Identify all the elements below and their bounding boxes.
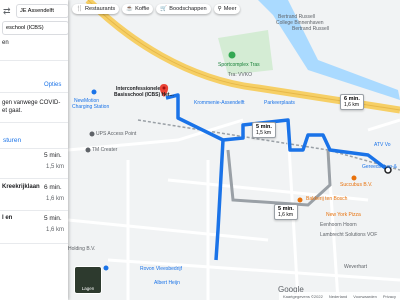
route-distance: 1,5 km	[46, 164, 65, 170]
chip-koffie[interactable]: ☕ Koffie	[122, 4, 154, 14]
route-callout-1[interactable]: 6 min. 1,6 km	[340, 94, 364, 110]
footer-country[interactable]: Nederland	[329, 294, 347, 299]
destination-input[interactable]: eschool (ICBS)	[2, 21, 68, 35]
sportcomplex-label: Sportcomplex Tras	[218, 62, 260, 68]
divider	[0, 148, 68, 149]
succubus-label: Succubus B.V.	[340, 182, 373, 188]
chip-boodschappen[interactable]: 🛒 Boodschappen	[156, 4, 211, 14]
route-name: l en	[2, 215, 13, 221]
send-link[interactable]: sturen	[3, 137, 68, 144]
map-canvas[interactable]: Interconfessionele Basisschool (ICBS) He…	[68, 0, 400, 300]
route-time: 5 min.	[44, 152, 62, 159]
lambrecht-label: Lambrecht Solutions VOF	[320, 232, 378, 238]
albert-label: Albert Heijn	[154, 280, 180, 286]
divider	[0, 122, 68, 123]
callout-distance: 1,5 km	[256, 130, 272, 136]
chip-restaurants[interactable]: 🍴 Restaurants	[72, 4, 120, 14]
atv-label: ATV Vo	[374, 142, 391, 148]
route-item-2[interactable]: Kreekrijklaan 6 min. 1,6 km	[0, 184, 68, 210]
tm-label: TM Creater	[92, 147, 118, 153]
route-callout-3[interactable]: 5 min. 1,6 km	[274, 204, 298, 220]
covid-line2: et gaat.	[2, 108, 23, 114]
map-footer: Kaartgegevens ©2022 Nederland Voorwaarde…	[278, 292, 400, 300]
ups-label: UPS Access Point	[96, 131, 137, 137]
search-icon: ⚲	[217, 6, 222, 12]
charging-label: Charging Station	[72, 104, 110, 110]
route-item-1[interactable]: 5 min. 1,5 km	[0, 152, 68, 178]
fork-knife-icon: 🍴	[76, 6, 83, 12]
truncated-text: en	[2, 40, 9, 46]
bakkerij-label: Bakkerij ten Bosch	[306, 196, 348, 202]
layers-button[interactable]: Lagen	[74, 266, 102, 294]
footer-attribution: Kaartgegevens ©2022	[282, 293, 323, 299]
weverhart-label: Weverhart	[344, 264, 367, 270]
rovon-label: Rovon Vleesbedrijf	[140, 266, 182, 272]
route-distance: 1,6 km	[46, 227, 65, 233]
destination-label-2: Basisschool (ICBS) Het...	[114, 92, 174, 98]
parkeerplaats-label: Parkeerplaats	[264, 100, 295, 106]
callout-distance: 1,6 km	[344, 102, 360, 108]
directions-panel: ⇄ JE Assendelft eschool (ICBS) en Opties…	[0, 0, 68, 300]
footer-privacy[interactable]: Privacy	[383, 294, 396, 299]
route-distance: 1,6 km	[46, 196, 65, 202]
eenhoorn-label: Eenhoorn Hoorn	[320, 222, 357, 228]
coffee-icon: ☕	[126, 6, 134, 12]
footer-terms[interactable]: Voorwaarden	[353, 294, 377, 299]
krommenie-label: Krommenie-Assendelft	[194, 100, 245, 106]
map-roads	[68, 0, 400, 300]
newyork-label: New York Pizza	[326, 212, 361, 218]
route-callout-2[interactable]: 5 min. 1,5 km	[252, 122, 276, 138]
divider	[0, 178, 68, 179]
bertrand-label-3: Bertrand Russell	[292, 26, 329, 32]
route-name: Kreekrijklaan	[2, 184, 40, 190]
holding-label: Holding B.V.	[68, 246, 96, 252]
route-time: 5 min.	[44, 215, 62, 222]
divider	[0, 92, 68, 93]
divider	[0, 210, 68, 211]
divider	[0, 60, 68, 61]
chip-meer[interactable]: ⚲ Meer	[213, 4, 241, 14]
route-item-3[interactable]: l en 5 min. 1,6 km	[0, 215, 68, 241]
origin-input[interactable]: JE Assendelft	[16, 4, 68, 18]
tras-label: Tra: VVKO	[228, 72, 252, 78]
route-time: 6 min.	[44, 184, 62, 191]
callout-distance: 1,6 km	[278, 212, 294, 218]
divider	[0, 243, 68, 244]
covid-line1: gen vanwege COVID-	[2, 100, 61, 106]
options-link[interactable]: Opties	[44, 82, 68, 88]
cart-icon: 🛒	[160, 6, 168, 12]
category-chips: 🍴 Restaurants ☕ Koffie 🛒 Boodschappen ⚲ Meer	[72, 4, 241, 14]
gereedschap-label: Gereedschap-&	[362, 164, 398, 170]
